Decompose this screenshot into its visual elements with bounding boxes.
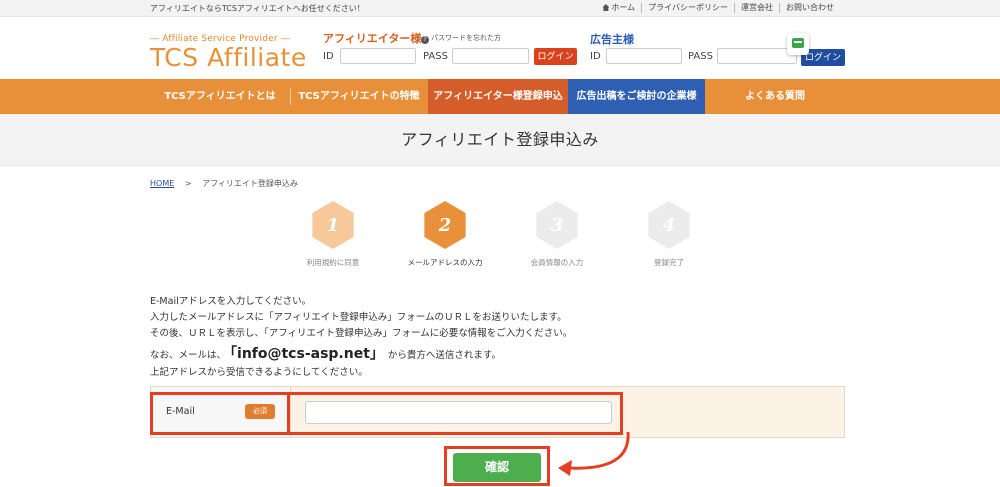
utility-links: ホーム プライバシーポリシー 運営会社 お問い合わせ	[596, 3, 840, 13]
advertiser-pass-input[interactable]	[717, 48, 797, 64]
affiliate-id-input[interactable]	[340, 48, 416, 64]
step-2-hexagon-icon: 2	[424, 201, 466, 249]
site-logo[interactable]: ― Affiliate Service Provider ― TCS Affil…	[150, 34, 307, 71]
step-4: 4	[645, 201, 693, 249]
breadcrumb-current: アフィリエイト登録申込み	[202, 179, 298, 188]
home-link[interactable]: ホーム	[596, 3, 641, 13]
nav-item-faq[interactable]: よくある質問	[705, 79, 845, 114]
sender-email-address: 「info@tcs-asp.net」	[230, 346, 384, 362]
breadcrumb: HOME > アフィリエイト登録申込み	[150, 178, 298, 189]
question-icon: ?	[421, 36, 429, 44]
nav-item-features[interactable]: TCSアフィリエイトの特徴	[290, 79, 428, 114]
affiliate-pass-label: PASS	[423, 51, 448, 62]
affiliate-login-button[interactable]: ログイン	[534, 48, 577, 65]
instruction-line-3: その後、ＵＲＬを表示し、「アフィリエイト登録申込み」フォームに必要な情報をご入力…	[150, 328, 573, 339]
breadcrumb-separator: >	[184, 179, 192, 188]
main-nav: TCSアフィリエイトとは TCSアフィリエイトの特徴 アフィリエイター様登録申込…	[0, 79, 1000, 114]
step-2-label: メールアドレスの入力	[407, 258, 483, 267]
forgot-password-link[interactable]: ? パスワードを忘れた方	[421, 33, 501, 44]
site-tagline: アフィリエイトならTCSアフィリエイトへお任せください！	[150, 4, 365, 13]
company-link[interactable]: 運営会社	[734, 3, 779, 13]
step-2: 2	[421, 201, 469, 249]
advertiser-id-input[interactable]	[606, 48, 682, 64]
advertiser-login-title: 広告主様	[590, 33, 634, 46]
highlight-email-input-box	[287, 392, 623, 435]
affiliate-id-label: ID	[323, 51, 334, 62]
breadcrumb-home-link[interactable]: HOME	[150, 179, 174, 188]
affiliate-login-title: アフィリエイター様	[323, 32, 422, 45]
instruction-line-5: 上記アドレスから受信できるようにしてください。	[150, 367, 368, 378]
step-1-label: 利用規約に同意	[306, 258, 360, 267]
step-1-hexagon-icon: 1	[312, 201, 354, 249]
advertiser-id-label: ID	[590, 51, 601, 62]
step-3-hexagon-icon: 3	[536, 201, 578, 249]
step-1: 1	[309, 201, 357, 249]
logo-text: TCS Affiliate	[150, 43, 307, 72]
instruction-line-4: なお、メールは、 「info@tcs-asp.net」 から貴方へ送信されます。	[150, 346, 501, 362]
privacy-policy-link[interactable]: プライバシーポリシー	[641, 3, 734, 13]
step-3: 3	[533, 201, 581, 249]
step-4-label: 登録完了	[654, 258, 684, 267]
affiliate-pass-input[interactable]	[452, 48, 529, 64]
nav-item-about[interactable]: TCSアフィリエイトとは	[150, 79, 290, 114]
pointer-arrow-icon	[558, 431, 630, 476]
top-bar: アフィリエイトならTCSアフィリエイトへお任せください！ ホーム プライバシーポ…	[0, 0, 1000, 17]
advertiser-pass-label: PASS	[688, 51, 713, 62]
chat-widget-icon[interactable]	[787, 33, 809, 55]
contact-link[interactable]: お問い合わせ	[779, 3, 840, 13]
step-4-hexagon-icon: 4	[648, 201, 690, 249]
nav-item-advertisers[interactable]: 広告出稿をご検討の企業様	[568, 79, 705, 114]
confirm-button[interactable]: 確認	[453, 453, 541, 482]
instruction-line-1: E-Mailアドレスを入力してください。	[150, 296, 312, 307]
home-icon	[602, 4, 610, 11]
page-title: アフィリエイト登録申込み	[401, 130, 599, 149]
step-3-label: 会員情報の入力	[530, 258, 584, 267]
page-title-band: アフィリエイト登録申込み	[0, 114, 1000, 166]
highlight-email-label-box	[150, 392, 290, 435]
nav-item-affiliate-signup[interactable]: アフィリエイター様登録申込	[428, 79, 568, 114]
instruction-line-2: 入力したメールアドレスに「アフィリエイト登録申込み」フォームのＵＲＬをお送りいた…	[150, 312, 567, 323]
